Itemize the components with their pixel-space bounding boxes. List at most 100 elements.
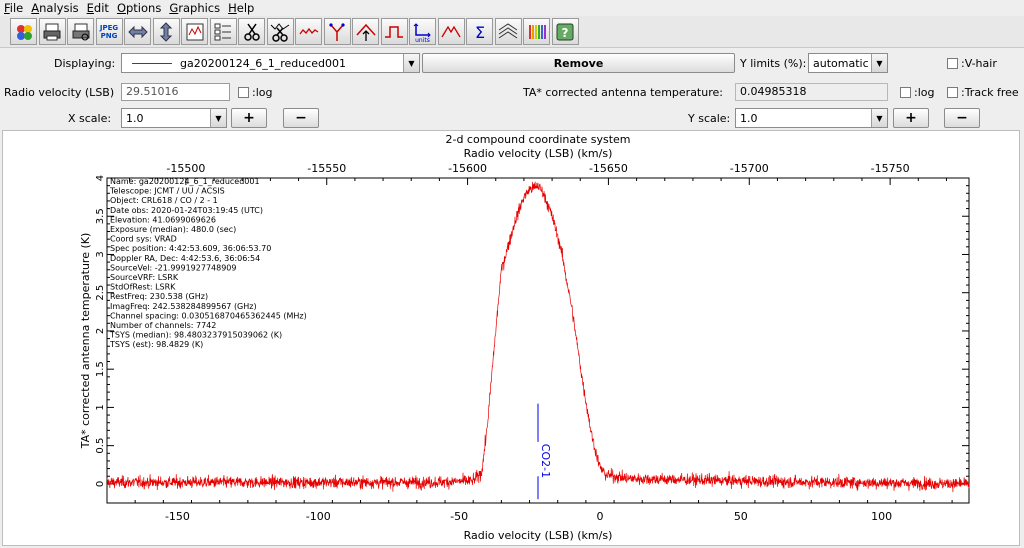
colors-button[interactable]: [10, 18, 37, 45]
colors-icon: [13, 21, 35, 43]
yscale-value: 1.0: [740, 111, 758, 125]
checkbox-box[interactable]: [947, 87, 958, 98]
log2-label: :log: [914, 86, 935, 99]
plot-title: 2-d compound coordinate system: [445, 133, 630, 146]
menu-mnemonic: G: [169, 1, 179, 15]
menu-edit[interactable]: Edit: [83, 1, 113, 15]
color-bars-icon: [526, 21, 548, 43]
up-arrow-icon: [355, 21, 377, 43]
checkbox-box[interactable]: [238, 87, 249, 98]
plot-panel[interactable]: 2-d compound coordinate system Radio velo…: [2, 130, 1020, 546]
units-button[interactable]: units: [409, 18, 436, 45]
x-tick-label: 100: [871, 510, 892, 523]
jpeg-png-icon: JPEG PNG: [99, 23, 119, 40]
chevron-down-icon[interactable]: ▼: [871, 54, 887, 72]
color-bars-button[interactable]: [523, 18, 550, 45]
info-line: Spec position: 4:42:53.609, 36:06:53.70: [110, 244, 271, 253]
yscale-plus-button[interactable]: +: [893, 108, 929, 128]
menu-bar: File Analysis Edit Options Graphics Help: [0, 0, 1024, 16]
info-line: TSYS (est): 98.4829 (K): [109, 340, 203, 349]
info-line: Name: ga20200124_6_1_reduced001: [110, 177, 260, 186]
vertical-zoom-button[interactable]: [152, 18, 180, 45]
info-line: Number of channels: 7742: [110, 321, 216, 330]
menu-file[interactable]: File: [0, 1, 27, 15]
top-x-tick-label: -15500: [166, 162, 205, 175]
jpeg-png-button[interactable]: JPEG PNG: [95, 18, 123, 45]
menu-label: elp: [236, 1, 255, 15]
cut-button[interactable]: [238, 18, 265, 45]
x-tick-label: -100: [306, 510, 331, 523]
info-line: Exposure (median): 480.0 (sec): [110, 225, 236, 234]
list-button[interactable]: [209, 18, 237, 45]
cut-spectrum-icon: [269, 21, 291, 43]
stack-button[interactable]: [494, 18, 522, 45]
y-tick-label: 0.5: [95, 438, 106, 454]
y-tick-label: 1.5: [95, 361, 106, 377]
info-line: RestFreq: 230.538 (GHz): [110, 292, 208, 301]
line-style-swatch: [132, 62, 172, 64]
info-line: Telescope: JCMT / UU / ACSIS: [109, 187, 225, 196]
info-line: Date obs: 2020-01-24T03:19:45 (UTC): [110, 206, 263, 215]
info-line: SourceVel: -21.9991927748909: [110, 263, 237, 272]
checkbox-box[interactable]: [900, 87, 911, 98]
chevron-down-icon[interactable]: ▼: [403, 54, 419, 72]
triangle-icon: [440, 21, 462, 43]
info-line: Doppler RA, Dec: 4:42:53.6, 36:06:54: [110, 254, 260, 263]
xscale-label: X scale:: [68, 112, 112, 125]
cut-spectrum-button[interactable]: [266, 18, 294, 45]
sigma-button[interactable]: Σ: [466, 18, 493, 45]
remove-button[interactable]: Remove: [422, 53, 735, 73]
trackfree-checkbox[interactable]: :Track free: [947, 86, 1019, 99]
info-line: ImagFreq: 242.538284899567 (GHz): [110, 302, 257, 311]
spectrum-chart[interactable]: 2-d compound coordinate systemRadio velo…: [3, 131, 1021, 547]
y-tick-label: 1: [95, 404, 106, 410]
trackfree-label: :Track free: [961, 86, 1019, 99]
filter-icon: [298, 21, 320, 43]
log2-checkbox[interactable]: :log: [900, 86, 934, 99]
fork-icon: [326, 21, 348, 43]
ta-value-field: 0.04985318: [735, 83, 888, 101]
log-checkbox[interactable]: :log: [238, 86, 272, 99]
info-line: Object: CRL618 / CO / 2 - 1: [110, 196, 218, 205]
vertical-zoom-icon: [155, 21, 177, 43]
vhair-checkbox[interactable]: :V-hair: [947, 57, 997, 70]
y-tick-label: 3.5: [95, 208, 106, 224]
xscale-select[interactable]: 1.0 ▼: [121, 108, 227, 128]
ylimits-select[interactable]: automatic ▼: [808, 53, 888, 73]
chevron-down-icon[interactable]: ▼: [210, 109, 226, 127]
triangle-button[interactable]: [437, 18, 465, 45]
x-tick-label: 0: [596, 510, 603, 523]
top-x-tick-label: -15750: [871, 162, 910, 175]
displaying-select[interactable]: ga20200124_6_1_reduced001 ▼: [121, 53, 420, 73]
menu-graphics[interactable]: Graphics: [165, 1, 224, 15]
xscale-plus-button[interactable]: +: [231, 108, 267, 128]
y-tick-label: 2.5: [95, 285, 106, 301]
top-axis-label: Radio velocity (LSB) (km/s): [464, 147, 613, 160]
bottom-axis-label: Radio velocity (LSB) (km/s): [464, 529, 613, 542]
help-icon: ?: [554, 21, 576, 43]
region-button[interactable]: [181, 18, 208, 45]
checkbox-box[interactable]: [947, 58, 958, 69]
y-axis-label: TA* corrected antenna temperature (K): [79, 233, 92, 450]
help-button[interactable]: ?: [551, 18, 579, 45]
up-arrow-button[interactable]: [352, 18, 379, 45]
chevron-down-icon[interactable]: ▼: [871, 109, 887, 127]
horizontal-zoom-button[interactable]: [124, 18, 151, 45]
rectangle-step-button[interactable]: [380, 18, 408, 45]
yscale-select[interactable]: 1.0 ▼: [735, 108, 888, 128]
yscale-label: Y scale:: [688, 112, 731, 125]
yscale-minus-button[interactable]: −: [944, 108, 980, 128]
print-button[interactable]: [38, 18, 66, 45]
print-preview-icon: [70, 21, 92, 43]
menu-label: raphics: [178, 1, 221, 15]
menu-help[interactable]: Help: [224, 1, 258, 15]
xscale-minus-button[interactable]: −: [283, 108, 319, 128]
sigma-icon: Σ: [469, 21, 491, 43]
filter-button[interactable]: [295, 18, 322, 45]
menu-options[interactable]: Options: [113, 1, 165, 15]
print-preview-button[interactable]: [67, 18, 94, 45]
radio-velocity-field[interactable]: 29.51016: [121, 83, 230, 101]
rectangle-step-icon: [383, 21, 405, 43]
fork-button[interactable]: [323, 18, 351, 45]
menu-analysis[interactable]: Analysis: [27, 1, 82, 15]
